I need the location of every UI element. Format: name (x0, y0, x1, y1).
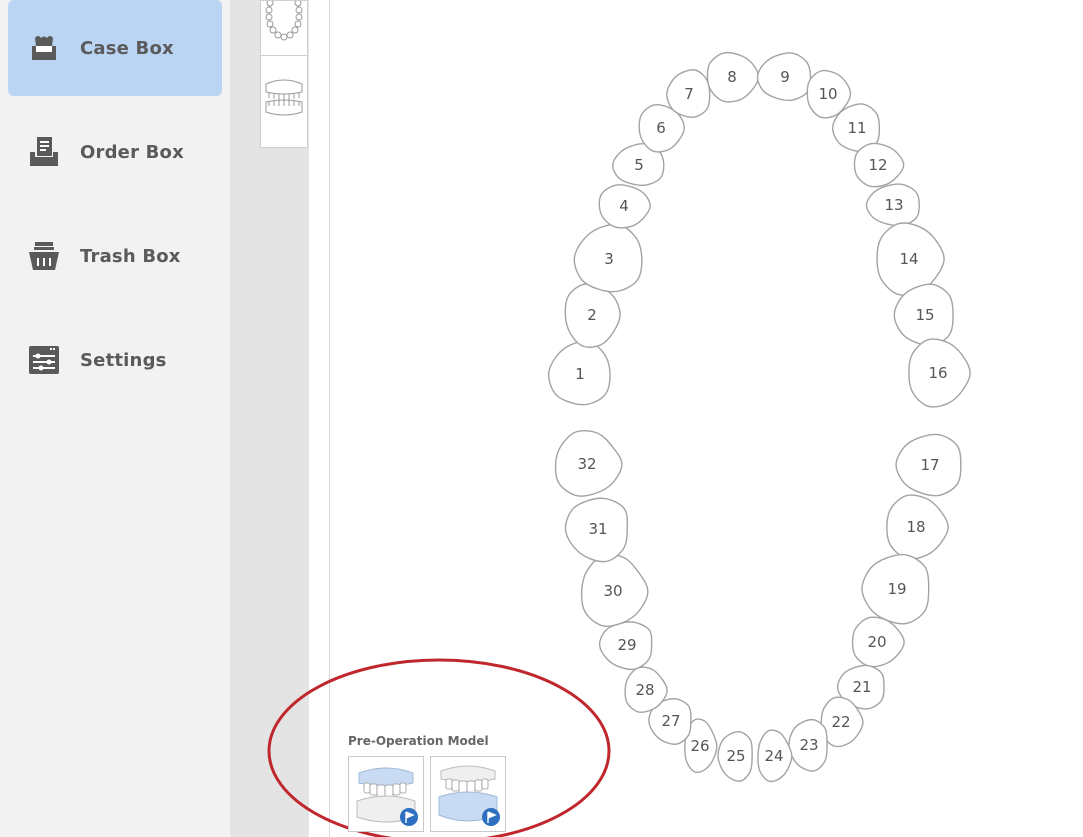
preop-title: Pre-Operation Model (348, 734, 489, 748)
lower-jaw-model[interactable] (430, 756, 506, 832)
tooth-18[interactable]: 18 (886, 494, 949, 560)
tooth-31[interactable]: 31 (564, 497, 629, 563)
tooth-shape[interactable] (706, 51, 760, 103)
tooth-2[interactable]: 2 (564, 283, 621, 348)
tooth-19[interactable]: 19 (861, 553, 930, 625)
tooth-shape[interactable] (598, 184, 651, 229)
tooth-shape[interactable] (865, 183, 921, 227)
tooth-shape[interactable] (756, 52, 812, 102)
tooth-shape[interactable] (564, 497, 629, 563)
tooth-7[interactable]: 7 (666, 69, 711, 118)
upper-jaw-model[interactable] (348, 756, 424, 832)
tooth-32[interactable]: 32 (554, 430, 623, 497)
tooth-shape[interactable] (580, 553, 649, 627)
tooth-9[interactable]: 9 (756, 52, 812, 102)
tooth-shape[interactable] (547, 340, 611, 406)
tooth-shape[interactable] (853, 142, 905, 188)
tooth-1[interactable]: 1 (547, 340, 611, 406)
tooth-12[interactable]: 12 (853, 142, 905, 188)
upper-model-icon (356, 767, 418, 826)
tooth-13[interactable]: 13 (865, 183, 921, 227)
tooth-4[interactable]: 4 (598, 184, 651, 229)
tooth-23[interactable]: 23 (788, 718, 828, 772)
lower-model-icon (438, 765, 500, 826)
tooth-shape[interactable] (666, 69, 711, 118)
tooth-shape[interactable] (908, 338, 971, 408)
tooth-shape[interactable] (573, 223, 643, 293)
tooth-16[interactable]: 16 (908, 338, 971, 408)
tooth-shape[interactable] (895, 433, 962, 497)
tooth-25[interactable]: 25 (717, 731, 753, 782)
tooth-chart: 12345678 91011121314151617181920212223242… (267, 51, 971, 837)
tooth-shape[interactable] (851, 616, 905, 668)
tooth-30[interactable]: 30 (580, 553, 649, 627)
tooth-17[interactable]: 17 (895, 433, 962, 497)
tooth-shape[interactable] (861, 553, 930, 625)
tooth-shape[interactable] (564, 283, 621, 348)
tooth-20[interactable]: 20 (851, 616, 905, 668)
tooth-shape[interactable] (598, 621, 653, 671)
tooth-8[interactable]: 8 (706, 51, 760, 103)
tooth-shape[interactable] (788, 718, 828, 772)
tooth-shape[interactable] (554, 430, 623, 497)
tooth-shape[interactable] (757, 729, 793, 783)
tooth-24[interactable]: 24 (757, 729, 793, 783)
tooth-3[interactable]: 3 (573, 223, 643, 293)
tooth-shape[interactable] (717, 731, 753, 782)
tooth-shape[interactable] (886, 494, 949, 560)
tooth-29[interactable]: 29 (598, 621, 653, 671)
